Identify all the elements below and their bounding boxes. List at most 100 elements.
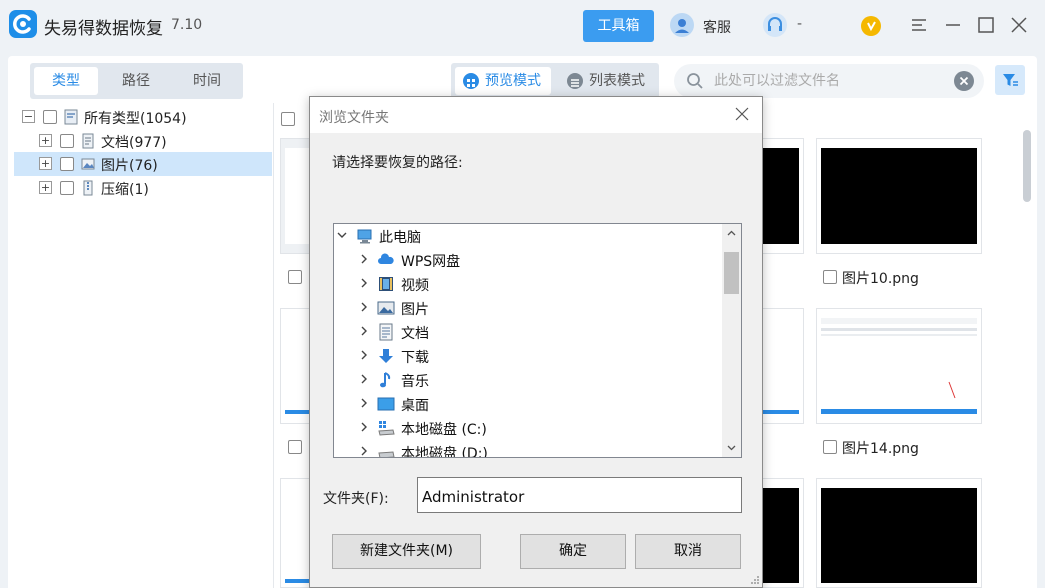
thumbnail-card[interactable] [762, 308, 804, 424]
ok-button[interactable]: 确定 [520, 534, 626, 569]
list-mode-label: 列表模式 [589, 73, 645, 89]
tree-node-pictures[interactable]: + 图片(76) [14, 152, 272, 176]
menu-icon[interactable] [908, 14, 930, 36]
tree-node-all[interactable]: − 所有类型(1054) [14, 105, 272, 129]
thumbnail-card[interactable] [816, 478, 982, 588]
download-icon [379, 349, 393, 363]
filter-input[interactable] [714, 64, 944, 98]
thumbnail-card[interactable] [280, 138, 310, 254]
thumbnail-card[interactable] [762, 478, 804, 588]
maximize-icon[interactable] [975, 14, 997, 36]
list-mode-button[interactable]: 列表模式 [559, 67, 655, 95]
chevron-right-icon[interactable] [358, 397, 370, 409]
chevron-right-icon[interactable] [358, 253, 370, 265]
select-all-checkbox[interactable] [281, 112, 295, 126]
close-icon[interactable] [1008, 14, 1030, 36]
folder-name-input[interactable] [417, 477, 742, 513]
chevron-down-icon[interactable] [336, 229, 348, 241]
folder-tree-scrollbar[interactable] [722, 224, 741, 457]
tree-checkbox[interactable] [60, 157, 74, 171]
browse-folder-dialog: 浏览文件夹 请选择要恢复的路径: 此电脑 WPS网盘 视频 图片 文档 下载 音… [309, 96, 763, 588]
thumbnail-scrollbar[interactable] [1023, 130, 1031, 202]
computer-icon [357, 229, 372, 244]
view-mode-toggle: 预览模式 列表模式 [451, 63, 659, 99]
thumbnail-filename: 图片14.png [842, 441, 919, 457]
folder-item-desktop[interactable]: 桌面 [334, 392, 722, 416]
toolbox-button[interactable]: 工具箱 [583, 10, 654, 42]
thumbnail-image [821, 148, 977, 244]
account-label: - [797, 16, 803, 32]
folder-tree[interactable]: 此电脑 WPS网盘 视频 图片 文档 下载 音乐 桌面 本地磁盘 (C:) 本地… [333, 223, 742, 458]
drive-icon [378, 451, 395, 457]
headset-icon[interactable] [763, 13, 787, 37]
desktop-icon [377, 397, 395, 411]
scroll-down-icon[interactable] [726, 442, 737, 453]
thumbnail-image [285, 488, 309, 583]
chevron-right-icon[interactable] [358, 349, 370, 361]
minimize-icon[interactable] [942, 14, 964, 36]
tab-type[interactable]: 类型 [34, 67, 98, 95]
tree-checkbox[interactable] [60, 134, 74, 148]
scrollbar-thumb[interactable] [724, 252, 739, 294]
dialog-title-bar: 浏览文件夹 [310, 97, 762, 133]
tree-checkbox[interactable] [43, 110, 57, 124]
tree-checkbox[interactable] [60, 181, 74, 195]
chevron-right-icon[interactable] [358, 445, 370, 457]
folder-item-downloads[interactable]: 下载 [334, 344, 722, 368]
folder-item-music[interactable]: 音乐 [334, 368, 722, 392]
cancel-button[interactable]: 取消 [635, 534, 741, 569]
thumbnail-checkbox[interactable] [823, 440, 837, 454]
folder-label: 音乐 [401, 374, 429, 390]
folder-item-drive-c[interactable]: 本地磁盘 (C:) [334, 416, 722, 440]
tree-node-documents[interactable]: + 文档(977) [14, 129, 272, 153]
thumbnail-card[interactable] [816, 308, 982, 424]
thumbnail-card[interactable] [280, 308, 310, 424]
scroll-up-icon[interactable] [726, 228, 737, 239]
chevron-right-icon[interactable] [358, 373, 370, 385]
chevron-right-icon[interactable] [358, 277, 370, 289]
tab-time[interactable]: 时间 [173, 67, 241, 95]
folder-item-pictures[interactable]: 图片 [334, 296, 722, 320]
thumbnail-checkbox[interactable] [823, 270, 837, 284]
customer-service-icon[interactable] [670, 13, 694, 37]
system-drive-icon [378, 421, 395, 436]
folder-item-drive-d[interactable]: 本地磁盘 (D:) [334, 440, 722, 457]
folder-label: 视频 [401, 278, 429, 294]
pictures-folder-icon [377, 301, 395, 315]
chevron-right-icon[interactable] [358, 301, 370, 313]
folder-item-this-pc[interactable]: 此电脑 [334, 224, 722, 248]
new-folder-button[interactable]: 新建文件夹(M) [332, 534, 481, 569]
grid-icon [463, 73, 479, 89]
dialog-close-icon[interactable] [734, 106, 750, 122]
expand-icon[interactable]: + [39, 181, 52, 194]
preview-mode-button[interactable]: 预览模式 [455, 67, 551, 95]
search-icon [687, 73, 703, 89]
folder-item-wps-cloud[interactable]: WPS网盘 [334, 248, 722, 272]
vip-icon[interactable] [861, 16, 881, 36]
chevron-right-icon[interactable] [358, 325, 370, 337]
thumbnail-checkbox[interactable] [288, 270, 302, 284]
thumbnail-checkbox[interactable] [288, 440, 302, 454]
collapse-icon[interactable]: − [22, 110, 35, 123]
thumbnail-image [285, 318, 309, 414]
list-icon [567, 73, 583, 89]
clear-icon[interactable] [954, 71, 974, 91]
expand-icon[interactable]: + [39, 134, 52, 147]
tree-node-archives[interactable]: + 压缩(1) [14, 176, 272, 200]
app-version: 7.10 [171, 17, 203, 33]
category-tree: − 所有类型(1054) + 文档(977) + 图片(76) + 压缩(1) [14, 103, 274, 588]
thumbnail-caption [288, 268, 310, 286]
thumbnail-image [762, 318, 799, 414]
resize-grip-icon[interactable] [750, 575, 760, 585]
thumbnail-card[interactable] [762, 138, 804, 254]
folder-item-documents[interactable]: 文档 [334, 320, 722, 344]
preview-mode-label: 预览模式 [485, 73, 541, 89]
thumbnail-card[interactable] [816, 138, 982, 254]
expand-icon[interactable]: + [39, 157, 52, 170]
advanced-filter-button[interactable] [995, 65, 1025, 95]
chevron-right-icon[interactable] [358, 421, 370, 433]
customer-service-label[interactable]: 客服 [703, 17, 731, 37]
tab-path[interactable]: 路径 [102, 67, 170, 95]
thumbnail-card[interactable] [280, 478, 310, 588]
folder-item-videos[interactable]: 视频 [334, 272, 722, 296]
